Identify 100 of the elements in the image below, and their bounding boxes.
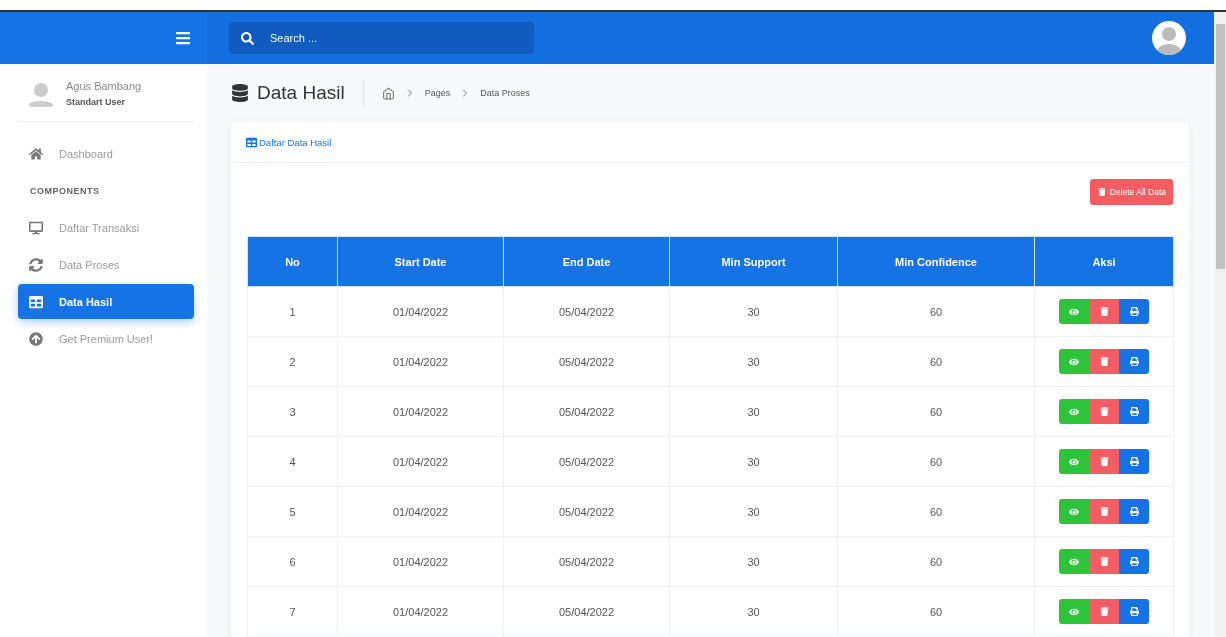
column-header: No bbox=[247, 236, 338, 287]
delete-button[interactable] bbox=[1089, 549, 1119, 574]
sidebar-item[interactable]: Dashboard bbox=[18, 136, 194, 171]
print-button[interactable] bbox=[1119, 299, 1149, 324]
eye-icon bbox=[1069, 556, 1079, 567]
user-name: Agus Bambang bbox=[66, 80, 142, 92]
print-icon bbox=[1129, 307, 1139, 316]
sidebar-item[interactable]: Get Premium User! bbox=[18, 321, 194, 356]
print-button[interactable] bbox=[1119, 599, 1149, 624]
eye-icon bbox=[1069, 506, 1079, 517]
table-cell: 5 bbox=[247, 486, 338, 537]
view-button[interactable] bbox=[1059, 399, 1089, 424]
view-button[interactable] bbox=[1059, 599, 1089, 624]
sidebar-item[interactable]: Daftar Transaksi bbox=[18, 210, 194, 245]
table-cell: 01/04/2022 bbox=[337, 536, 504, 587]
view-button[interactable] bbox=[1059, 549, 1089, 574]
trash-icon bbox=[1099, 457, 1109, 466]
database-icon bbox=[231, 84, 249, 102]
table-cell: 60 bbox=[837, 386, 1035, 437]
table-cell: 60 bbox=[837, 436, 1035, 487]
breadcrumb-item[interactable]: Data Proses bbox=[480, 88, 530, 98]
home-icon bbox=[29, 146, 43, 161]
table-cell: 01/04/2022 bbox=[337, 336, 504, 387]
trash-icon bbox=[1099, 357, 1109, 366]
table-cell: 01/04/2022 bbox=[337, 436, 504, 487]
table-cell: 60 bbox=[837, 486, 1035, 537]
print-button[interactable] bbox=[1119, 449, 1149, 474]
table-cell: 01/04/2022 bbox=[337, 286, 504, 337]
table-cell: 30 bbox=[669, 486, 838, 537]
trash-icon bbox=[1099, 557, 1109, 566]
view-button[interactable] bbox=[1059, 449, 1089, 474]
trash-icon bbox=[1099, 307, 1109, 316]
table-cell: 3 bbox=[247, 386, 338, 437]
column-header: Min Support bbox=[669, 236, 838, 287]
eye-icon bbox=[1069, 406, 1079, 417]
print-icon bbox=[1129, 607, 1139, 616]
table-cell: 30 bbox=[669, 286, 838, 337]
table-cell: 30 bbox=[669, 386, 838, 437]
eye-icon bbox=[1069, 356, 1079, 367]
delete-button[interactable] bbox=[1089, 599, 1119, 624]
page-title: Data Hasil bbox=[257, 82, 345, 104]
table-cell: 2 bbox=[247, 336, 338, 387]
print-button[interactable] bbox=[1119, 499, 1149, 524]
table-cell: 01/04/2022 bbox=[337, 386, 504, 437]
column-header: End Date bbox=[503, 236, 670, 287]
print-button[interactable] bbox=[1119, 349, 1149, 374]
delete-button[interactable] bbox=[1089, 299, 1119, 324]
table-cell: 05/04/2022 bbox=[503, 386, 670, 437]
table-cell: 1 bbox=[247, 286, 338, 337]
eye-icon bbox=[1069, 456, 1079, 467]
print-icon bbox=[1129, 507, 1139, 516]
view-button[interactable] bbox=[1059, 349, 1089, 374]
print-icon bbox=[1129, 457, 1139, 466]
print-button[interactable] bbox=[1119, 549, 1149, 574]
column-header: Aksi bbox=[1034, 236, 1174, 287]
scrollbar[interactable] bbox=[1214, 12, 1226, 637]
print-button[interactable] bbox=[1119, 399, 1149, 424]
view-button[interactable] bbox=[1059, 299, 1089, 324]
table-icon bbox=[246, 136, 257, 148]
table-cell: 30 bbox=[669, 586, 838, 637]
column-header: Min Confidence bbox=[837, 236, 1035, 287]
sidebar-item[interactable]: Data Proses bbox=[18, 247, 194, 282]
trash-icon bbox=[1099, 607, 1109, 616]
table-cell: 01/04/2022 bbox=[337, 586, 504, 637]
table-cell: 60 bbox=[837, 536, 1035, 587]
column-header: Start Date bbox=[337, 236, 504, 287]
trash-icon bbox=[1097, 188, 1106, 196]
search-icon bbox=[241, 32, 254, 45]
delete-button[interactable] bbox=[1089, 349, 1119, 374]
table-cell: 30 bbox=[669, 436, 838, 487]
table-cell: 7 bbox=[247, 586, 338, 637]
sidebar-item[interactable]: Data Hasil bbox=[18, 284, 194, 319]
table-cell: 4 bbox=[247, 436, 338, 487]
table-cell: 60 bbox=[837, 336, 1035, 387]
trash-icon bbox=[1099, 407, 1109, 416]
trash-icon bbox=[1099, 507, 1109, 516]
sidebar-heading: COMPONENTS bbox=[29, 184, 101, 198]
table-cell: 05/04/2022 bbox=[503, 536, 670, 587]
delete-button[interactable] bbox=[1089, 499, 1119, 524]
table-cell: 60 bbox=[837, 286, 1035, 337]
view-button[interactable] bbox=[1059, 499, 1089, 524]
search-field[interactable]: Search ... bbox=[229, 22, 534, 54]
menu-icon[interactable] bbox=[175, 30, 191, 46]
table-cell: 30 bbox=[669, 336, 838, 387]
home-icon[interactable] bbox=[381, 86, 395, 100]
table-cell: 60 bbox=[837, 586, 1035, 637]
table-cell: 01/04/2022 bbox=[337, 486, 504, 537]
table-cell: 05/04/2022 bbox=[503, 586, 670, 637]
eye-icon bbox=[1069, 306, 1079, 317]
table-cell: 30 bbox=[669, 536, 838, 587]
breadcrumb-item[interactable]: Pages bbox=[424, 88, 451, 98]
table-cell: 05/04/2022 bbox=[503, 436, 670, 487]
avatar-icon[interactable] bbox=[1152, 21, 1186, 55]
card-title: Daftar Data Hasil bbox=[259, 136, 332, 148]
delete-all-button[interactable]: Delete All Data bbox=[1089, 179, 1173, 205]
delete-button[interactable] bbox=[1089, 399, 1119, 424]
table-cell: 6 bbox=[247, 536, 338, 587]
eye-icon bbox=[1069, 606, 1079, 617]
delete-button[interactable] bbox=[1089, 449, 1119, 474]
monitor-icon bbox=[29, 220, 43, 235]
